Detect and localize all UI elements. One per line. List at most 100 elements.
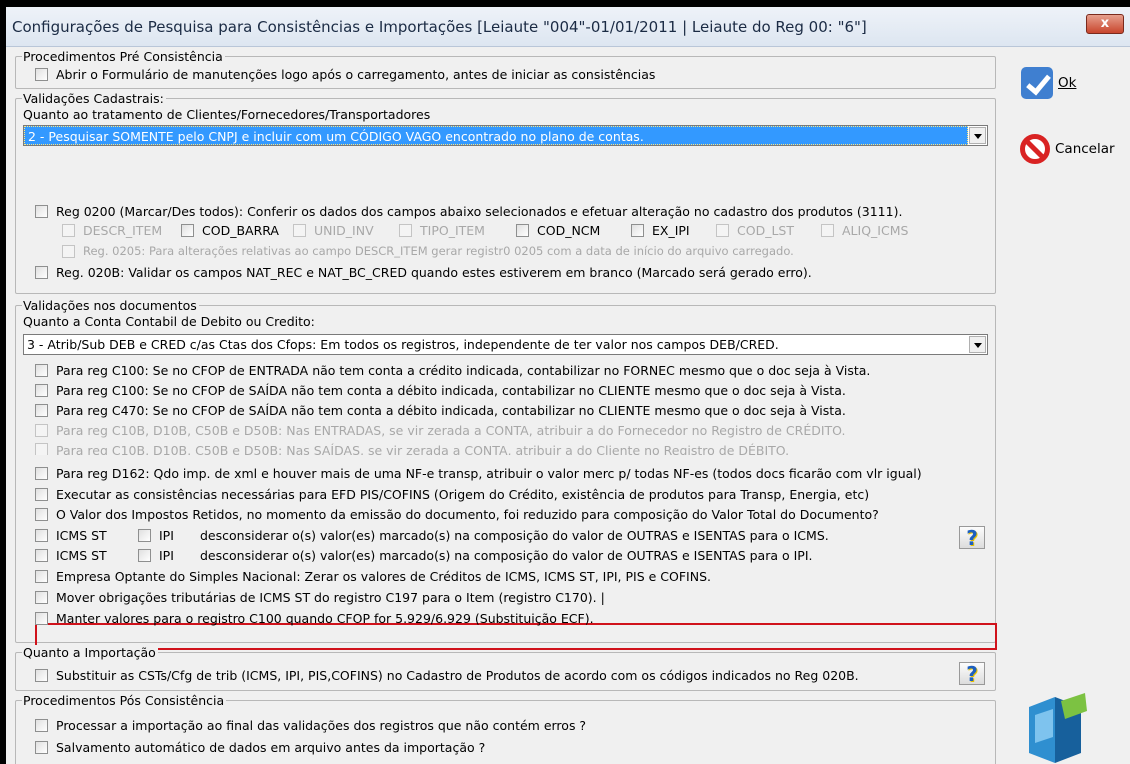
checkbox-reg0200[interactable]: Reg 0200 (Marcar/Des todos): Conferir os…	[35, 203, 902, 219]
checkbox-label: Reg 0200 (Marcar/Des todos): Conferir os…	[56, 203, 903, 219]
checkbox[interactable]	[35, 487, 48, 501]
conta-contabil-select[interactable]: 3 - Atrib/Sub DEB e CRED c/as Ctas dos C…	[23, 334, 988, 355]
checkbox-label: O Valor dos Impostos Retidos, no momento…	[56, 506, 879, 522]
help-button[interactable]: ?	[959, 662, 985, 685]
checkbox-mover-c197[interactable]: Mover obrigações tributárias de ICMS ST …	[35, 589, 605, 605]
checkbox[interactable]	[516, 223, 529, 237]
checkbox[interactable]	[35, 403, 48, 417]
cancel-button[interactable]: Cancelar	[1020, 134, 1115, 164]
checkbox-c10b-saidas[interactable]: Para reg C10B, D10B, C50B e D50B: Nas SA…	[35, 443, 789, 455]
checkbox-ipi-2[interactable]: IPI	[138, 547, 174, 563]
checkbox[interactable]	[35, 265, 48, 279]
field-unid-inv[interactable]: UNID_INV	[293, 222, 374, 238]
checkbox[interactable]	[138, 528, 151, 542]
checkbox-label: COD_BARRA	[202, 222, 279, 238]
checkbox-impostos-retidos[interactable]: O Valor dos Impostos Retidos, no momento…	[35, 506, 879, 522]
checkbox-label: ALIQ_ICMS	[842, 222, 909, 238]
checkbox-salvamento-automatico[interactable]: Salvamento automático de dados em arquiv…	[35, 739, 485, 755]
sublabel: Quanto a Conta Contabil de Debito ou Cre…	[23, 314, 315, 329]
checkbox-label: Para reg C470: Se no CFOP de SAÍDA não t…	[56, 402, 846, 418]
checkbox-c10b-entradas[interactable]: Para reg C10B, D10B, C50B e D50B: Nas EN…	[35, 422, 845, 438]
checkbox-label: Manter valores para o registro C100 quan…	[56, 610, 594, 626]
checkbox-label: IPI	[159, 547, 174, 563]
checkbox[interactable]	[35, 507, 48, 521]
checkbox[interactable]	[35, 718, 48, 732]
checkbox[interactable]	[35, 423, 48, 437]
dialog-body: Procedimentos Pré Consistência Abrir o F…	[6, 48, 1130, 764]
checkbox[interactable]	[35, 611, 48, 625]
field-ex-ipi[interactable]: EX_IPI	[631, 222, 690, 238]
checkbox[interactable]	[181, 223, 194, 237]
icms-rule-text: desconsiderar o(s) valor(es) marcado(s) …	[200, 528, 829, 543]
checkbox-label: DESCR_ITEM	[83, 222, 163, 238]
checkbox[interactable]	[35, 569, 48, 583]
checkbox-reg0205[interactable]: Reg. 0205: Para alterações relativas ao …	[62, 243, 794, 259]
select-value: 2 - Pesquisar SOMENTE pelo CNPJ e inclui…	[24, 126, 968, 145]
checkbox[interactable]	[35, 204, 48, 218]
field-cod-barra[interactable]: COD_BARRA	[181, 222, 279, 238]
help-button[interactable]: ?	[959, 526, 985, 549]
group-label: Validações nos documentos	[22, 298, 199, 313]
field-aliq-icms[interactable]: ALIQ_ICMS	[821, 222, 908, 238]
highlight-box	[35, 623, 997, 650]
checkbox[interactable]	[35, 466, 48, 480]
app-logo-icon	[1029, 693, 1087, 763]
checkbox-label: ICMS ST	[56, 547, 107, 563]
checkbox-c100-saida[interactable]: Para reg C100: Se no CFOP de SAÍDA não t…	[35, 382, 846, 398]
checkbox[interactable]	[35, 590, 48, 604]
checkbox[interactable]	[62, 244, 75, 258]
field-descr-item[interactable]: DESCR_ITEM	[62, 222, 162, 238]
checkbox[interactable]	[35, 443, 48, 455]
checkbox[interactable]	[35, 363, 48, 377]
checkbox[interactable]	[62, 223, 75, 237]
checkbox[interactable]	[821, 223, 834, 237]
checkbox-efd-pis-cofins[interactable]: Executar as consistências necessárias pa…	[35, 486, 869, 502]
checkbox[interactable]	[138, 548, 151, 562]
field-cod-lst[interactable]: COD_LST	[716, 222, 794, 238]
checkbox[interactable]	[716, 223, 729, 237]
ok-button[interactable]: Ok	[1021, 67, 1076, 99]
checkbox-simples-nacional[interactable]: Empresa Optante do Simples Nacional: Zer…	[35, 568, 711, 584]
checkbox-reg020b[interactable]: Reg. 020B: Validar os campos NAT_REC e N…	[35, 264, 812, 280]
checkbox-abrir-formulario[interactable]: Abrir o Formulário de manutenções logo a…	[35, 66, 655, 82]
checkbox[interactable]	[35, 67, 48, 81]
checkbox-label: Para reg C100: Se no CFOP de ENTRADA não…	[56, 362, 871, 378]
checkbox-d162[interactable]: Para reg D162: Qdo imp. de xml e houver …	[35, 465, 922, 481]
checkbox-ipi-1[interactable]: IPI	[138, 527, 174, 543]
checkbox-label: ICMS ST	[56, 527, 107, 543]
checkbox[interactable]	[35, 528, 48, 542]
checkbox-label: Para reg C100: Se no CFOP de SAÍDA não t…	[56, 382, 846, 398]
checkbox[interactable]	[35, 740, 48, 754]
checkbox-c100-entrada[interactable]: Para reg C100: Se no CFOP de ENTRADA não…	[35, 362, 870, 378]
checkbox-label: Para reg C10B, D10B, C50B e D50B: Nas EN…	[56, 422, 846, 438]
checkbox-icms-st-1[interactable]: ICMS ST	[35, 527, 107, 543]
checkbox-manter-c100[interactable]: Manter valores para o registro C100 quan…	[35, 610, 594, 626]
checkbox-label: Processar a importação ao final das vali…	[56, 717, 587, 733]
checkbox[interactable]	[35, 668, 48, 682]
checkbox-label: Mover obrigações tributárias de ICMS ST …	[56, 589, 605, 605]
checkbox-label: Salvamento automático de dados em arquiv…	[56, 739, 486, 755]
chevron-down-icon[interactable]	[969, 127, 986, 144]
checkbox-label: TIPO_ITEM	[420, 222, 485, 238]
cancel-label: Cancelar	[1055, 141, 1115, 157]
checkbox-processar-importacao[interactable]: Processar a importação ao final das vali…	[35, 717, 586, 733]
chevron-down-icon[interactable]	[969, 336, 986, 353]
close-button[interactable]: x	[1086, 14, 1124, 34]
checkbox-c470-saida[interactable]: Para reg C470: Se no CFOP de SAÍDA não t…	[35, 402, 846, 418]
checkbox[interactable]	[35, 548, 48, 562]
checkbox[interactable]	[399, 223, 412, 237]
checkbox-label: Substituir as CSTs/Cfg de trib (ICMS, IP…	[56, 667, 859, 683]
checkbox[interactable]	[35, 383, 48, 397]
checkbox[interactable]	[631, 223, 644, 237]
title-bar: Configurações de Pesquisa para Consistên…	[6, 7, 1130, 47]
dialog-window: Configurações de Pesquisa para Consistên…	[6, 7, 1130, 764]
group-label: Validações Cadastrais:	[22, 91, 166, 106]
checkbox-label: COD_NCM	[537, 222, 601, 238]
checkbox-substituir-csts[interactable]: Substituir as CSTs/Cfg de trib (ICMS, IP…	[35, 667, 859, 683]
checkbox[interactable]	[293, 223, 306, 237]
checkbox-icms-st-2[interactable]: ICMS ST	[35, 547, 107, 563]
tratamento-clientes-select[interactable]: 2 - Pesquisar SOMENTE pelo CNPJ e inclui…	[23, 125, 988, 146]
checkbox-label: IPI	[159, 527, 174, 543]
field-tipo-item[interactable]: TIPO_ITEM	[399, 222, 485, 238]
field-cod-ncm[interactable]: COD_NCM	[516, 222, 600, 238]
